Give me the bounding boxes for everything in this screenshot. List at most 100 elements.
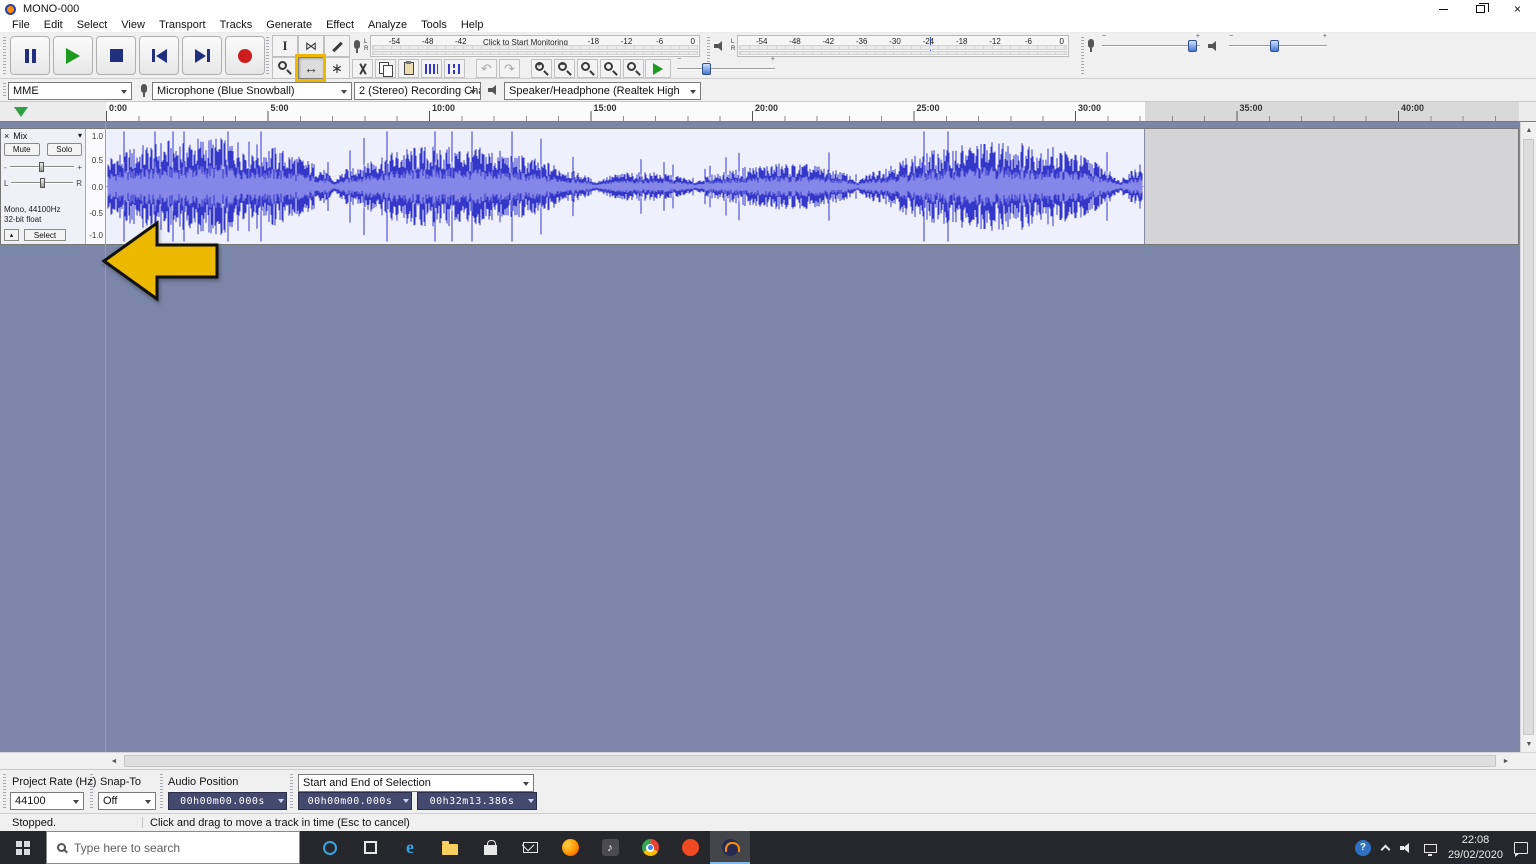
audio-host-select[interactable]: MME (8, 82, 132, 100)
scroll-down-button[interactable]: ▼ (1521, 736, 1536, 752)
taskbar-edge-button[interactable]: e (390, 831, 430, 864)
dropdown-arrow-icon[interactable] (278, 799, 284, 806)
menu-help[interactable]: Help (454, 19, 491, 31)
snap-to-select[interactable]: Off (98, 792, 156, 810)
close-button[interactable]: × (1499, 0, 1536, 18)
track-empty-tail[interactable] (1145, 129, 1518, 244)
network-icon[interactable] (1424, 844, 1437, 853)
minimize-button[interactable] (1425, 0, 1462, 18)
taskbar-file-explorer-button[interactable] (430, 831, 470, 864)
slider-thumb[interactable] (40, 178, 45, 188)
taskbar-mail-button[interactable] (510, 831, 550, 864)
menu-tracks[interactable]: Tracks (213, 19, 260, 31)
recording-device-select[interactable]: Microphone (Blue Snowball) (152, 82, 352, 100)
solo-button[interactable]: Solo (47, 143, 83, 156)
zoom-toggle-button[interactable] (623, 59, 644, 78)
trim-audio-button[interactable] (421, 59, 442, 78)
scroll-up-button[interactable]: ▲ (1521, 122, 1536, 138)
copy-button[interactable] (375, 59, 396, 78)
toolbar-grip[interactable] (1081, 37, 1084, 74)
audio-track[interactable]: × Mix ▾ Mute Solo - + L R (0, 128, 1519, 245)
menu-select[interactable]: Select (70, 19, 115, 31)
gain-slider[interactable] (10, 166, 75, 168)
record-meter-scale[interactable]: Click to Start Monitoring -54-48-42-18-1… (370, 35, 700, 57)
timeline-labels[interactable]: 0:005:0010:0015:0020:0025:0030:0035:0040… (106, 102, 1519, 121)
taskbar-audacity-button[interactable] (710, 831, 750, 864)
redo-button[interactable]: ↷ (499, 59, 520, 78)
dropdown-arrow-icon[interactable] (528, 799, 534, 806)
playback-meter[interactable]: LR -54-48-42-36-30-24-18-12-60 (712, 35, 1069, 57)
toolbar-grip[interactable] (3, 83, 6, 97)
dropdown-arrow-icon[interactable] (403, 799, 409, 806)
play-button[interactable] (53, 36, 93, 75)
taskbar-task-view-button[interactable] (350, 831, 390, 864)
slider-thumb[interactable] (39, 162, 44, 172)
volume-icon[interactable] (1400, 842, 1413, 854)
mute-button[interactable]: Mute (4, 143, 40, 156)
waveform[interactable] (106, 129, 1145, 244)
taskbar-search[interactable] (46, 831, 300, 864)
playback-device-select[interactable]: Speaker/Headphone (Realtek High (504, 82, 701, 100)
maximize-button[interactable] (1462, 0, 1499, 18)
collapse-button[interactable]: ▴ (4, 229, 19, 241)
recording-volume-slider[interactable]: − + (1102, 40, 1200, 52)
play-speed-slider[interactable]: − + (677, 63, 775, 75)
taskbar-clock[interactable]: 22:08 29/02/2020 (1448, 833, 1503, 862)
play-at-speed-button[interactable] (645, 59, 671, 78)
notification-button[interactable] (1514, 842, 1528, 854)
vertical-scrollbar[interactable]: ▲ ▼ (1520, 122, 1536, 752)
pan-slider[interactable] (11, 182, 73, 184)
skip-to-start-button[interactable] (139, 36, 179, 75)
track-name[interactable]: Mix (13, 131, 27, 141)
taskbar-store-button[interactable] (470, 831, 510, 864)
menu-tools[interactable]: Tools (414, 19, 454, 31)
taskbar-chrome-button[interactable] (630, 831, 670, 864)
toolbar-grip[interactable] (290, 774, 293, 809)
timeline-ruler[interactable]: 0:005:0010:0015:0020:0025:0030:0035:0040… (0, 102, 1536, 122)
taskbar-firefox-button[interactable] (550, 831, 590, 864)
start-button[interactable] (0, 831, 46, 864)
slider-thumb[interactable] (1270, 40, 1279, 52)
paste-button[interactable] (398, 59, 419, 78)
track-close-button[interactable]: × (4, 131, 9, 141)
scroll-left-button[interactable]: ◄ (106, 753, 122, 769)
track-menu-caret-icon[interactable]: ▾ (78, 131, 82, 140)
fit-selection-button[interactable] (577, 59, 598, 78)
taskbar-brave-button[interactable] (670, 831, 710, 864)
recording-meter[interactable]: LR Click to Start Monitoring -54-48-42-1… (352, 35, 700, 57)
menu-file[interactable]: File (5, 19, 37, 31)
selection-mode-select[interactable]: Start and End of Selection (298, 774, 534, 792)
toolbar-grip[interactable] (160, 774, 163, 809)
recording-channels-select[interactable]: 2 (Stereo) Recording Chan (354, 82, 481, 100)
toolbar-grip[interactable] (266, 37, 269, 74)
slider-thumb[interactable] (1188, 40, 1197, 52)
menu-generate[interactable]: Generate (259, 19, 319, 31)
pause-button[interactable] (10, 36, 50, 75)
stop-button[interactable] (96, 36, 136, 75)
draw-tool-button[interactable] (324, 35, 350, 57)
track-area[interactable]: × Mix ▾ Mute Solo - + L R (0, 122, 1520, 752)
multi-tool-button[interactable]: ∗ (324, 57, 350, 79)
menu-edit[interactable]: Edit (37, 19, 70, 31)
horizontal-scroll-thumb[interactable] (124, 755, 1496, 767)
zoom-in-button[interactable]: + (531, 59, 552, 78)
selection-end-field[interactable]: 00h32m13.386s (417, 792, 537, 810)
audio-clip[interactable] (106, 129, 1145, 244)
menu-effect[interactable]: Effect (319, 19, 361, 31)
horizontal-scrollbar[interactable]: ◄ ► (0, 752, 1536, 769)
project-rate-select[interactable]: 44100 (10, 792, 84, 810)
skip-to-end-button[interactable] (182, 36, 222, 75)
scroll-right-button[interactable]: ► (1498, 753, 1514, 769)
record-button[interactable] (225, 36, 265, 75)
cut-button[interactable] (352, 59, 373, 78)
menu-view[interactable]: View (114, 19, 152, 31)
search-input[interactable] (74, 841, 264, 855)
tray-chevron-icon[interactable] (1380, 844, 1390, 854)
selection-start-field[interactable]: 00h00m00.000s (298, 792, 412, 810)
menu-analyze[interactable]: Analyze (361, 19, 414, 31)
taskbar-cortana-button[interactable] (310, 831, 350, 864)
toolbar-grip[interactable] (3, 774, 6, 809)
playback-volume-slider[interactable]: − + (1229, 40, 1327, 52)
help-button[interactable]: ? (1355, 840, 1371, 856)
undo-button[interactable]: ↶ (476, 59, 497, 78)
